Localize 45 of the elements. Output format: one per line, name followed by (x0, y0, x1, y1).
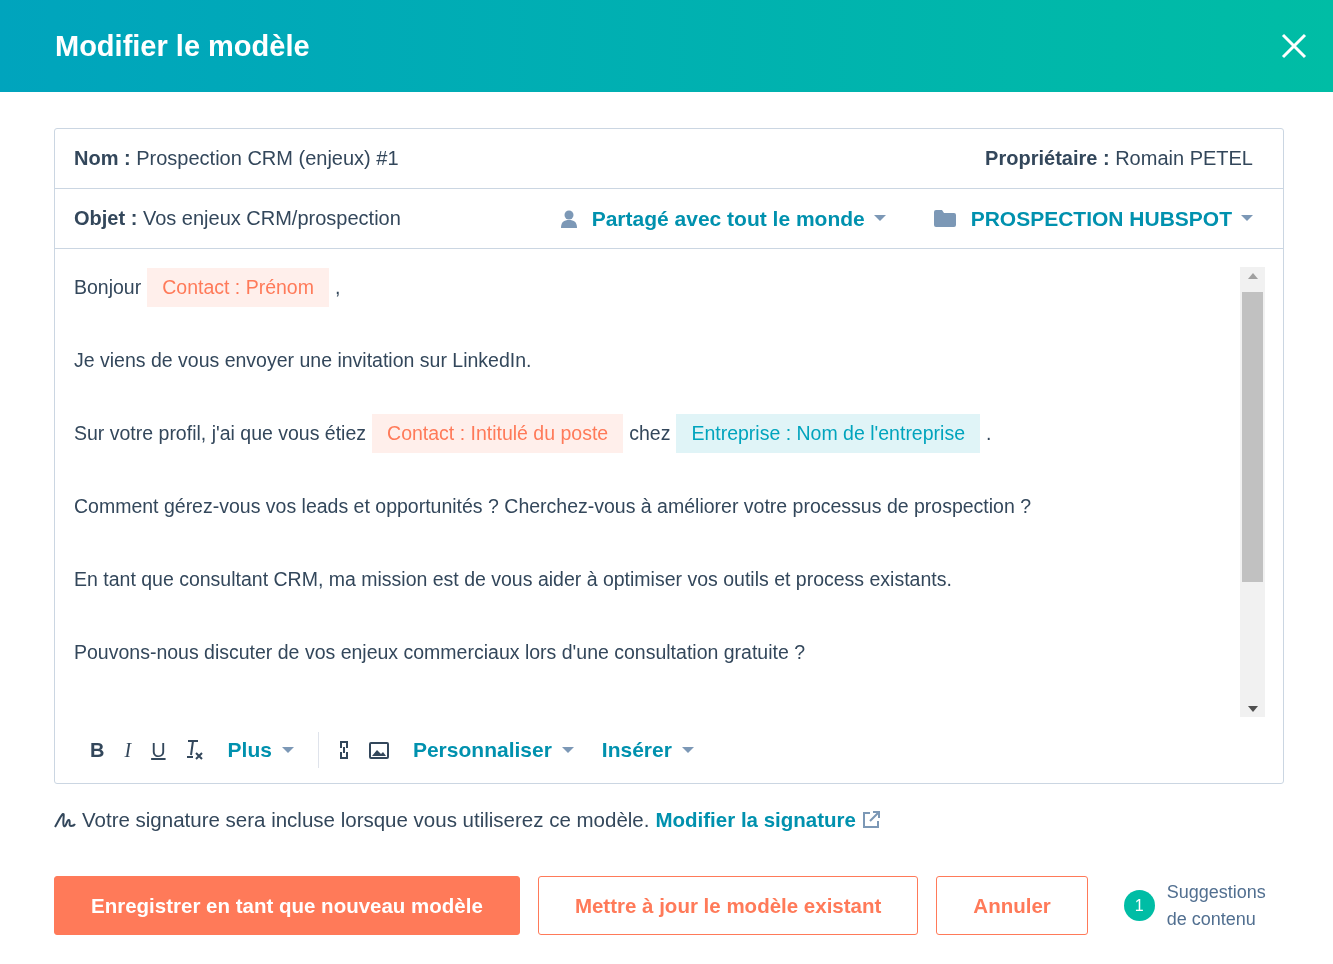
underline-button[interactable]: U (141, 732, 176, 768)
body-text: En tant que consultant CRM, ma mission est de vous aider à optimiser vos outils et process existants. (74, 567, 952, 592)
count-badge: 1 (1123, 890, 1155, 921)
edit-signature-link[interactable]: Modifier la signature (655, 808, 880, 832)
scroll-down-icon[interactable] (1247, 705, 1258, 712)
signature-note: Votre signature sera incluse lorsque vous utiliserez ce modèle. (82, 808, 650, 832)
body-text: Je viens de vous envoyer une invitation sur LinkedIn. (74, 348, 532, 373)
personalization-token[interactable]: Entreprise : Nom de l'entreprise (676, 413, 980, 453)
subject-field[interactable]: Objet : Vos enjeux CRM/prospection (74, 207, 401, 230)
body-text: Pouvons-nous discuter de vos enjeux commerciaux lors d'une consultation gratuite ? (74, 640, 806, 665)
image-icon (368, 741, 389, 759)
caret-icon (281, 746, 294, 754)
dialog-title: Modifier le modèle (55, 29, 310, 63)
personalization-token[interactable]: Contact : Intitulé du poste (372, 413, 624, 453)
dropdown-button[interactable]: Insérer (587, 732, 708, 768)
dropdown-button[interactable]: Personnaliser (398, 732, 588, 768)
body-text: . (986, 421, 992, 446)
link-icon (338, 740, 349, 760)
caret-icon (1241, 215, 1253, 222)
secondary-button[interactable]: Mettre à jour le modèle existant (537, 876, 919, 935)
save-new-button[interactable]: Enregistrer en tant que nouveau modèle (54, 876, 520, 935)
folder-dropdown[interactable]: PROSPECTION HUBSPOT (933, 206, 1253, 231)
personalization-token[interactable]: Contact : Prénom (147, 267, 329, 307)
body-text: , (334, 275, 341, 300)
scrollbar[interactable] (1240, 267, 1265, 717)
caret-icon (681, 746, 694, 754)
clear-format-icon (185, 739, 204, 761)
body-text: Bonjour (74, 275, 142, 300)
person-icon (560, 209, 577, 228)
folder-icon (933, 210, 956, 227)
suggestions-label[interactable]: Suggestions de contenu (1166, 878, 1266, 933)
body-text: Sur votre profil, j'ai que vous étiez (74, 421, 367, 446)
caret-icon (873, 215, 886, 222)
secondary-button[interactable]: Annuler (936, 876, 1088, 935)
body-text: chez (629, 421, 671, 446)
owner-field: Propriétaire : Romain PETEL (985, 147, 1253, 170)
external-link-icon (861, 811, 880, 829)
body-text: Comment gérez-vous vos leads et opportunités ? Cherchez-vous à améliorer votre processus de prospection ? (74, 494, 1032, 519)
signature-icon (54, 812, 76, 828)
name-field[interactable]: Nom : Prospection CRM (enjeux) #1 (74, 147, 399, 170)
italic-button[interactable]: I (114, 732, 142, 768)
dropdown-button[interactable]: Plus (213, 732, 308, 768)
caret-icon (561, 746, 574, 754)
bold-button[interactable]: B (80, 732, 115, 768)
sharing-dropdown[interactable]: Partagé avec tout le monde (560, 206, 886, 231)
